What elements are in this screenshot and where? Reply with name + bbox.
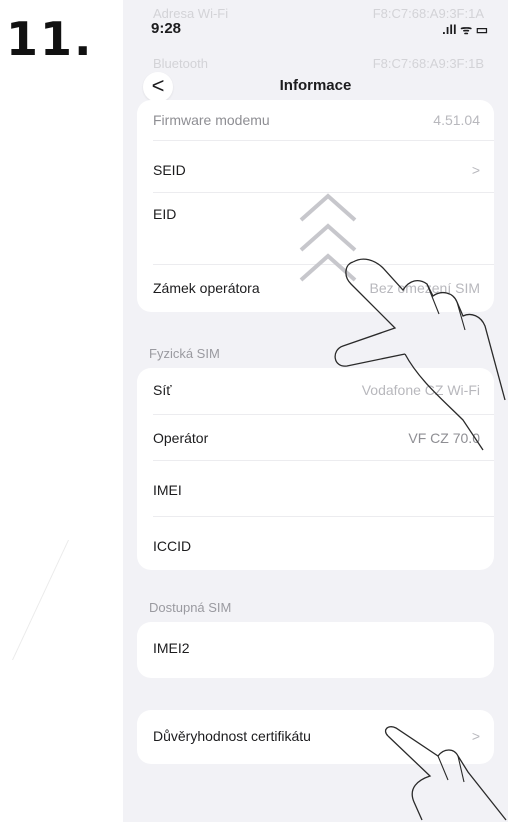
chevron-right-icon: >	[471, 162, 480, 178]
ghost-label: Adresa Wi-Fi	[153, 6, 229, 21]
row-label: Operátor	[153, 430, 209, 446]
section-header-physical-sim: Fyzická SIM	[149, 346, 220, 361]
ghost-value: F8:C7:68:A9:3F:1B	[372, 56, 484, 71]
row-label: SEID	[153, 162, 186, 178]
swipe-hand-icon	[334, 258, 506, 451]
row-label: Firmware modemu	[153, 112, 270, 128]
row-label: ICCID	[153, 538, 192, 554]
previous-step-edge	[0, 540, 69, 660]
status-bar: 9:28 .ıll ᯤ ▭	[123, 20, 508, 44]
phone-screen: Adresa Wi-Fi F8:C7:68:A9:3F:1A Bluetooth…	[123, 0, 508, 822]
row-label: IMEI2	[153, 640, 190, 656]
row-label: Zámek operátora	[153, 280, 260, 296]
step-number: 11.	[6, 12, 94, 66]
row-label: Důvěryhodnost certifikátu	[153, 728, 311, 744]
section-header-available-sim: Dostupná SIM	[149, 600, 232, 615]
row-value: 4.51.04	[433, 112, 480, 128]
ghost-value: F8:C7:68:A9:3F:1A	[372, 6, 484, 21]
ghost-label: Bluetooth	[153, 56, 208, 71]
row-label: Síť	[153, 382, 172, 398]
available-sim-group: IMEI2	[137, 622, 494, 678]
divider	[153, 516, 494, 517]
status-time: 9:28	[151, 20, 182, 37]
row-label: IMEI	[153, 482, 182, 498]
divider	[153, 140, 494, 141]
divider	[153, 460, 494, 461]
tap-hand-icon	[384, 726, 507, 821]
navigation-bar: < Informace	[123, 72, 508, 102]
page-title: Informace	[279, 77, 352, 94]
signal-wifi-battery-icon: .ıll ᯤ ▭	[442, 22, 488, 37]
row-label: EID	[153, 206, 177, 222]
